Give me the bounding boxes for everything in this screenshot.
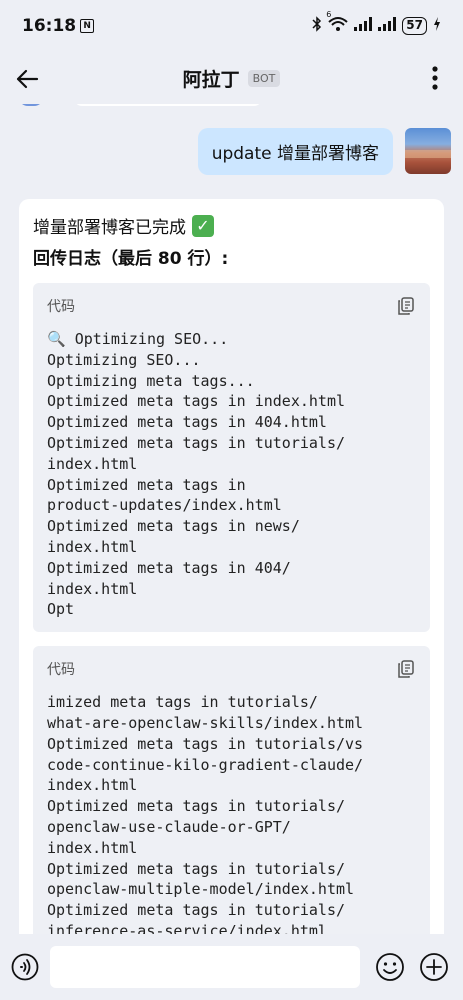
nfc-icon: N xyxy=(80,19,95,33)
code-block-header: 代码 xyxy=(47,656,416,682)
bot-badge: BOT xyxy=(247,69,281,87)
chat-title: 阿拉丁 xyxy=(182,68,240,91)
copy-button[interactable] xyxy=(396,296,416,316)
wifi-label: 6 xyxy=(326,10,332,19)
previous-avatar xyxy=(18,104,44,106)
more-options-button[interactable] xyxy=(423,63,447,93)
bluetooth-icon xyxy=(312,16,322,36)
code-block: 代码 imized meta tags in tutorials/ what-a… xyxy=(33,646,430,934)
plus-icon xyxy=(420,953,448,981)
voice-icon xyxy=(11,953,39,981)
copy-icon xyxy=(398,660,414,678)
chat-area[interactable]: update 增量部署博客 增量部署博客已完成 ✓ 回传日志（最后 80 行）:… xyxy=(0,104,463,934)
bot-message-bubble[interactable]: 增量部署博客已完成 ✓ 回传日志（最后 80 行）: 代码 🔍 Optimizi… xyxy=(19,199,444,934)
copy-button[interactable] xyxy=(396,659,416,679)
wifi-icon: 6 xyxy=(326,10,348,36)
charging-icon xyxy=(433,17,441,35)
bot-message-line1: 增量部署博客已完成 ✓ xyxy=(33,213,430,238)
message-input[interactable] xyxy=(50,946,360,988)
code-block: 代码 🔍 Optimizing SEO... Optimizing SEO...… xyxy=(33,283,430,633)
bot-message-text: 增量部署博客已完成 xyxy=(33,218,186,238)
signal-icon xyxy=(354,17,373,35)
battery-icon: 57 xyxy=(402,17,427,35)
user-avatar[interactable] xyxy=(405,128,451,174)
status-time: 16:18 xyxy=(22,16,77,36)
add-attachment-button[interactable] xyxy=(418,951,450,983)
back-button[interactable] xyxy=(12,64,42,94)
copy-icon xyxy=(398,297,414,315)
check-mark-icon: ✓ xyxy=(192,214,214,237)
code-block-header: 代码 xyxy=(47,293,416,319)
status-bar: 16:18 N 6 57 xyxy=(0,0,463,52)
user-message-bubble[interactable]: update 增量部署博客 xyxy=(197,128,393,175)
status-left: 16:18 N xyxy=(22,16,95,36)
signal-icon xyxy=(378,17,397,35)
voice-button[interactable] xyxy=(10,952,40,982)
more-vertical-icon xyxy=(432,66,438,90)
code-block-content: 🔍 Optimizing SEO... Optimizing SEO... Op… xyxy=(47,330,346,619)
code-block-content: imized meta tags in tutorials/ what-are-… xyxy=(47,693,364,934)
title-wrap: 阿拉丁 BOT xyxy=(183,65,281,92)
status-right: 6 57 xyxy=(312,10,441,36)
emoji-button[interactable] xyxy=(374,951,406,983)
chat-header: 阿拉丁 BOT xyxy=(0,52,463,104)
code-block-language: 代码 xyxy=(47,299,75,315)
back-arrow-icon xyxy=(16,69,39,89)
previous-message xyxy=(74,104,262,106)
emoji-icon xyxy=(376,953,404,981)
input-bar xyxy=(0,934,463,1000)
code-block-language: 代码 xyxy=(47,662,75,679)
user-message-row: update 增量部署博客 xyxy=(197,128,451,175)
bot-message-subtitle: 回传日志（最后 80 行）: xyxy=(33,249,229,269)
